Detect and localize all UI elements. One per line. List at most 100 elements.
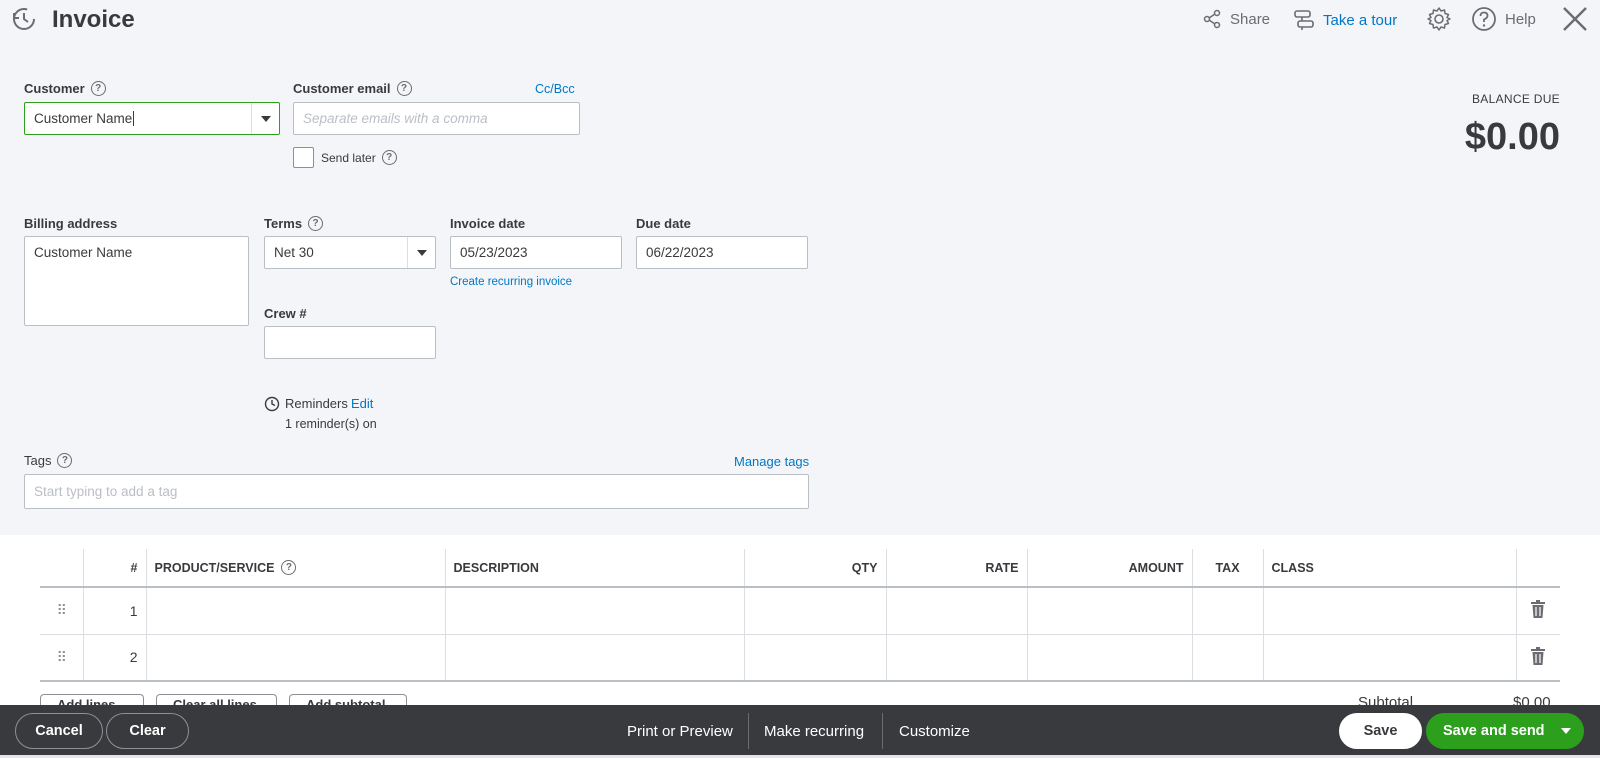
customer-select[interactable]: Customer Name (24, 102, 280, 135)
billing-address-label: Billing address (24, 216, 118, 231)
terms-value: Net 30 (274, 245, 314, 260)
tags-label: Tags (24, 453, 52, 468)
due-date-label-row: Due date (636, 216, 691, 231)
terms-help-icon[interactable]: ? (308, 216, 324, 231)
rate-cell[interactable] (885, 634, 1027, 682)
invoice-date-label-row: Invoice date (450, 216, 525, 231)
reminders-status-row: 1 reminder(s) on (285, 417, 377, 431)
send-later-row: Send later ? (321, 150, 397, 165)
customize-link[interactable]: Customize (899, 723, 970, 740)
billing-label-row: Billing address (24, 216, 117, 231)
tax-column-header: TAX (1191, 549, 1263, 588)
cancel-button[interactable]: Cancel (15, 713, 103, 749)
actions-column-header (1515, 549, 1560, 588)
drag-handle-icon[interactable]: ⠿ (40, 587, 83, 635)
tax-cell[interactable] (1191, 634, 1263, 682)
reminders-label: Reminders (285, 396, 348, 411)
customer-label-row: Customer ? (24, 81, 106, 96)
product-service-header-label: PRODUCT/SERVICE (154, 560, 275, 575)
balance-due-value: $0.00 (1464, 116, 1560, 158)
page-title: Invoice (52, 6, 135, 33)
class-column-header: CLASS (1262, 549, 1516, 588)
invoice-date-value: 05/23/2023 (460, 245, 528, 260)
send-later-help-icon[interactable]: ? (381, 150, 397, 165)
table-header-row: # PRODUCT/SERVICE ? DESCRIPTION QTY RATE… (40, 549, 1560, 588)
trash-icon (1531, 600, 1546, 619)
recent-transactions-icon[interactable] (10, 5, 38, 33)
delete-row-button[interactable] (1515, 634, 1560, 682)
description-cell[interactable] (444, 587, 744, 635)
chevron-down-icon (1561, 728, 1571, 734)
share-button[interactable]: Share (1202, 9, 1270, 29)
product-column-header: PRODUCT/SERVICE ? (145, 549, 445, 588)
footer-bar: Cancel Clear Print or Preview Make recur… (0, 705, 1600, 758)
due-date-label: Due date (636, 216, 691, 231)
product-cell[interactable] (145, 634, 445, 682)
billing-address-value: Customer Name (34, 245, 133, 260)
text-cursor (133, 111, 135, 126)
email-label-row: Customer email ? (293, 81, 412, 96)
make-recurring-link[interactable]: Make recurring (764, 723, 864, 740)
customer-email-input[interactable]: Separate emails with a comma (293, 102, 580, 135)
drag-handle-icon[interactable]: ⠿ (40, 634, 83, 682)
delete-row-button[interactable] (1515, 587, 1560, 635)
num-column-header: # (82, 549, 146, 588)
product-cell[interactable] (145, 587, 445, 635)
print-or-preview-link[interactable]: Print or Preview (627, 723, 733, 740)
tour-label: Take a tour (1323, 11, 1398, 29)
terms-label: Terms (264, 216, 303, 231)
tax-cell[interactable] (1191, 587, 1263, 635)
customer-select-value: Customer Name (34, 111, 133, 126)
reminders-edit-link[interactable]: Edit (351, 396, 373, 411)
take-a-tour-button[interactable]: Take a tour (1293, 9, 1397, 31)
class-cell[interactable] (1262, 587, 1516, 635)
table-row: ⠿ 2 (40, 634, 1560, 682)
clear-button[interactable]: Clear (106, 713, 189, 749)
manage-tags-link[interactable]: Manage tags (734, 454, 809, 469)
line-items-section: # PRODUCT/SERVICE ? DESCRIPTION QTY RATE… (0, 535, 1600, 705)
email-help-icon[interactable]: ? (396, 81, 412, 96)
customer-label: Customer (24, 81, 85, 96)
cc-bcc-link[interactable]: Cc/Bcc (535, 82, 575, 96)
amount-cell[interactable] (1026, 587, 1192, 635)
terms-dropdown-toggle[interactable] (407, 237, 435, 268)
customer-email-placeholder: Separate emails with a comma (303, 111, 488, 126)
terms-label-row: Terms ? (264, 216, 324, 231)
share-icon (1203, 9, 1221, 29)
class-cell[interactable] (1262, 634, 1516, 682)
save-and-send-button[interactable]: Save and send (1426, 713, 1584, 749)
tags-help-icon[interactable]: ? (57, 453, 73, 468)
save-options-dropdown[interactable] (1549, 714, 1583, 748)
amount-column-header: AMOUNT (1026, 549, 1192, 588)
qty-cell[interactable] (743, 634, 886, 682)
share-label: Share (1230, 10, 1271, 28)
customer-dropdown-toggle[interactable] (251, 103, 279, 134)
terms-select[interactable]: Net 30 (264, 236, 436, 269)
description-cell[interactable] (444, 634, 744, 682)
balance-due-label: BALANCE DUE (1472, 92, 1560, 106)
amount-cell[interactable] (1026, 634, 1192, 682)
tags-input[interactable]: Start typing to add a tag (24, 474, 809, 509)
reminders-status: 1 reminder(s) on (285, 417, 377, 431)
qty-column-header: QTY (743, 549, 886, 588)
billing-address-textarea[interactable]: Customer Name (24, 236, 249, 326)
reminders-row: Reminders (285, 396, 348, 411)
invoice-date-input[interactable]: 05/23/2023 (450, 236, 622, 269)
crew-input[interactable] (264, 326, 436, 359)
save-and-send-label: Save and send (1443, 723, 1545, 739)
tags-placeholder: Start typing to add a tag (34, 484, 178, 499)
chevron-down-icon (260, 115, 271, 122)
send-later-checkbox[interactable] (293, 147, 314, 168)
tour-icon (1294, 10, 1314, 30)
customer-help-icon[interactable]: ? (90, 81, 106, 96)
rate-cell[interactable] (885, 587, 1027, 635)
settings-button[interactable] (1426, 6, 1452, 32)
qty-cell[interactable] (743, 587, 886, 635)
close-icon[interactable] (1562, 6, 1588, 32)
help-button[interactable]: Help (1471, 6, 1536, 32)
create-recurring-invoice-link[interactable]: Create recurring invoice (450, 276, 572, 288)
invoice-date-label: Invoice date (450, 216, 526, 231)
due-date-input[interactable]: 06/22/2023 (636, 236, 808, 269)
save-button[interactable]: Save (1339, 713, 1422, 749)
product-help-icon[interactable]: ? (281, 560, 297, 575)
